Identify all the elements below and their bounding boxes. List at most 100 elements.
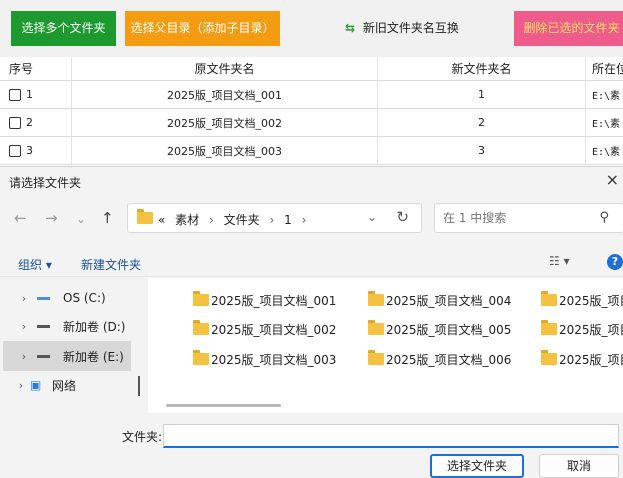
- header-location: 所在位: [592, 62, 623, 76]
- new-folder-button[interactable]: 新建文件夹: [81, 256, 141, 273]
- folder-icon: [541, 320, 557, 335]
- select-parent-directory-button[interactable]: 选择父目录（添加子目录）: [125, 11, 280, 46]
- breadcrumb-overflow[interactable]: «: [158, 213, 165, 227]
- nav-item-e-drive[interactable]: › 新加卷 (E:): [3, 341, 131, 371]
- address-dropdown-icon[interactable]: ⌄: [367, 210, 377, 224]
- breadcrumb-item[interactable]: 素材: [175, 213, 199, 227]
- header-new-name: 新文件夹名: [378, 57, 586, 80]
- row-new-name: 3: [378, 137, 586, 164]
- nav-scrollbar[interactable]: [138, 376, 140, 396]
- folder-icon: [368, 291, 384, 306]
- back-arrow-icon[interactable]: ←: [14, 209, 27, 227]
- breadcrumb: « 素材 › 文件夹 › 1 ›: [158, 211, 312, 228]
- folder-name: 2025版_项目文档_005: [386, 322, 512, 337]
- close-icon[interactable]: ×: [606, 170, 619, 189]
- recycle-arrows-icon: ⇆: [345, 21, 356, 35]
- folder-item[interactable]: 2025版_项目文档_006: [368, 348, 511, 370]
- folder-name: 2025版_项目文档_003: [211, 352, 337, 367]
- chevron-right-icon[interactable]: ›: [15, 320, 33, 333]
- folder-input[interactable]: [163, 424, 619, 448]
- folder-icon: [368, 350, 384, 365]
- row-location: E:\素: [592, 147, 621, 158]
- nav-item-label: 新加卷 (D:): [63, 319, 126, 334]
- row-index: 1: [26, 88, 33, 101]
- folder-item[interactable]: 2025版_项目文档_005: [368, 318, 511, 340]
- drive-icon: [37, 319, 55, 333]
- row-checkbox[interactable]: [9, 144, 21, 157]
- folder-icon: [193, 291, 209, 306]
- chevron-down-icon[interactable]: ⌄: [76, 212, 86, 226]
- navigation-pane: › OS (C:) › 新加卷 (D:) › 新加卷 (E:) › ▣ 网络: [0, 278, 148, 413]
- command-bar: 组织 ▾ 新建文件夹 ☷ ▾ ?: [0, 247, 623, 277]
- search-box[interactable]: ⚲: [434, 203, 623, 233]
- table-row[interactable]: 1 2025版_项目文档_001 1 E:\素: [0, 81, 623, 109]
- row-new-name: 2: [378, 109, 586, 136]
- address-bar[interactable]: « 素材 › 文件夹 › 1 › ⌄ ↻: [127, 203, 422, 233]
- header-original-name: 原文件夹名: [72, 57, 378, 80]
- breadcrumb-item[interactable]: 1: [284, 213, 292, 227]
- folder-item[interactable]: 2025版_项目: [541, 348, 623, 370]
- folder-name: 2025版_项目文档_004: [386, 293, 512, 308]
- table-row[interactable]: 3 2025版_项目文档_003 3 E:\素: [0, 137, 623, 165]
- folder-item[interactable]: 2025版_项目文档_002: [193, 318, 336, 340]
- row-original-name: 2025版_项目文档_001: [72, 81, 378, 108]
- folder-name: 2025版_项目: [559, 322, 623, 337]
- file-list-scrollbar[interactable]: [166, 404, 281, 407]
- folder-name: 2025版_项目文档_001: [211, 293, 337, 308]
- help-icon[interactable]: ?: [607, 254, 623, 270]
- table-header-row: 序号 原文件夹名 新文件夹名 所在位: [0, 57, 623, 81]
- folder-item[interactable]: 2025版_项目: [541, 289, 623, 311]
- row-index-cell: 2: [0, 109, 72, 136]
- folder-item[interactable]: 2025版_项目: [541, 318, 623, 340]
- folder-icon: [193, 350, 209, 365]
- forward-arrow-icon[interactable]: →: [45, 209, 58, 227]
- folder-icon: [137, 209, 153, 224]
- toolbar: 选择多个文件夹 选择父目录（添加子目录） ⇆ 新旧文件夹名互换 删除已选的文件夹: [0, 0, 623, 57]
- delete-selected-button[interactable]: 删除已选的文件夹: [514, 11, 623, 46]
- header-index: 序号: [0, 57, 72, 80]
- refresh-icon[interactable]: ↻: [396, 208, 409, 226]
- folder-icon: [193, 320, 209, 335]
- folder-item[interactable]: 2025版_项目文档_001: [193, 289, 336, 311]
- row-location: E:\素: [592, 119, 621, 130]
- row-index-cell: 1: [0, 81, 72, 108]
- nav-item-d-drive[interactable]: › 新加卷 (D:): [3, 311, 131, 341]
- drive-icon: [37, 349, 55, 363]
- windows-drive-icon: [37, 291, 55, 305]
- folder-name: 2025版_项目: [559, 352, 623, 367]
- chevron-right-icon[interactable]: ›: [12, 379, 30, 392]
- nav-item-network[interactable]: › ▣ 网络: [0, 370, 128, 400]
- folder-item[interactable]: 2025版_项目文档_004: [368, 289, 511, 311]
- swap-names-label: 新旧文件夹名互换: [362, 21, 459, 35]
- row-checkbox[interactable]: [9, 116, 21, 129]
- folder-name: 2025版_项目: [559, 293, 623, 308]
- cancel-button[interactable]: 取消: [539, 454, 619, 478]
- dialog-title: 请选择文件夹: [9, 176, 82, 190]
- table-row[interactable]: 2 2025版_项目文档_002 2 E:\素: [0, 109, 623, 137]
- nav-item-label: 新加卷 (E:): [63, 349, 124, 364]
- search-input[interactable]: [443, 211, 583, 225]
- nav-item-c-drive[interactable]: › OS (C:): [3, 283, 131, 313]
- row-index: 2: [26, 116, 33, 129]
- folder-label: 文件夹:: [122, 430, 163, 444]
- breadcrumb-item[interactable]: 文件夹: [224, 213, 260, 227]
- folder-item[interactable]: 2025版_项目文档_003: [193, 348, 336, 370]
- row-original-name: 2025版_项目文档_003: [72, 137, 378, 164]
- organize-menu[interactable]: 组织 ▾: [18, 256, 52, 273]
- file-list: 2025版_项目文档_001 2025版_项目文档_004 2025版_项目 2…: [148, 278, 623, 413]
- search-icon[interactable]: ⚲: [599, 210, 609, 225]
- folder-icon: [368, 320, 384, 335]
- select-multiple-folders-button[interactable]: 选择多个文件夹: [11, 11, 116, 46]
- row-new-name: 1: [378, 81, 586, 108]
- chevron-right-icon[interactable]: ›: [15, 350, 33, 363]
- select-folder-button[interactable]: 选择文件夹: [430, 454, 524, 478]
- select-folder-dialog: 请选择文件夹 × ← → ⌄ ↑ « 素材 › 文件夹 › 1 › ⌄ ↻ ⚲ …: [0, 166, 623, 478]
- chevron-right-icon[interactable]: ›: [15, 292, 33, 305]
- view-options-icon[interactable]: ☷ ▾: [549, 254, 570, 268]
- row-checkbox[interactable]: [9, 88, 21, 101]
- folder-name: 2025版_项目文档_002: [211, 322, 337, 337]
- up-arrow-icon[interactable]: ↑: [101, 209, 114, 227]
- folder-table: 序号 原文件夹名 新文件夹名 所在位 1 2025版_项目文档_001 1 E:…: [0, 57, 623, 165]
- row-original-name: 2025版_项目文档_002: [72, 109, 378, 136]
- swap-names-button[interactable]: ⇆ 新旧文件夹名互换: [330, 11, 470, 46]
